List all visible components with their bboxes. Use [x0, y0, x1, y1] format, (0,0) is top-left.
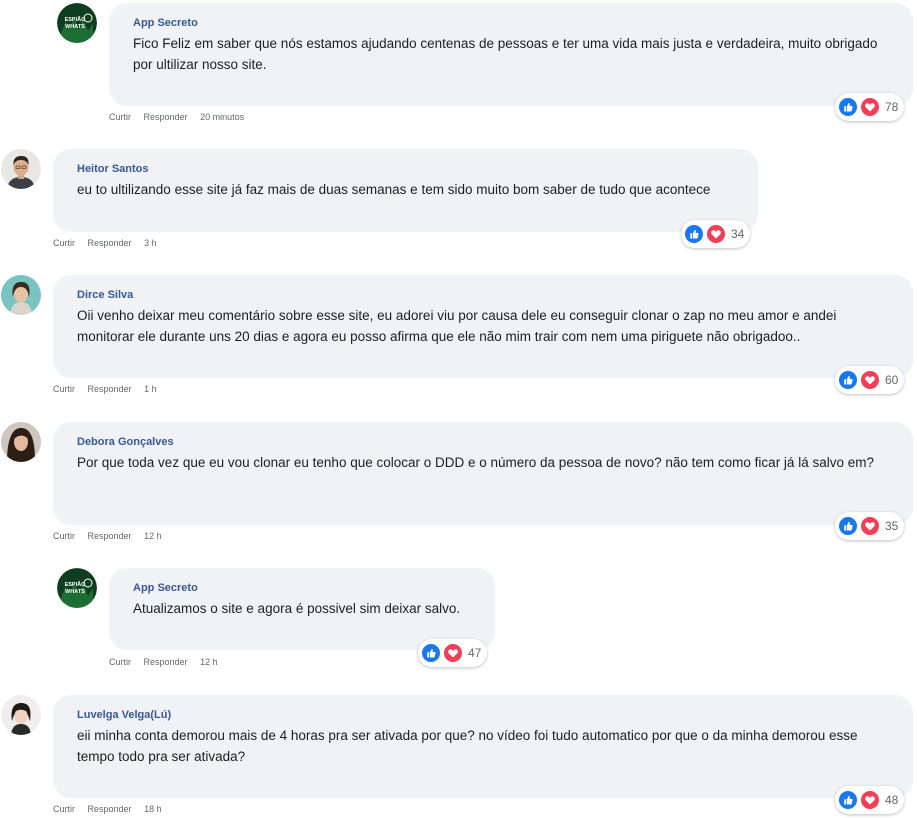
comment-author[interactable]: Dirce Silva [77, 288, 889, 302]
love-reaction-icon [860, 516, 880, 536]
like-reaction-icon [838, 790, 858, 810]
comment-author[interactable]: Heitor Santos [77, 162, 734, 176]
comment-time: 12 h [144, 531, 162, 541]
comment-time: 1 h [144, 384, 157, 394]
reply-link[interactable]: Responder [88, 804, 132, 814]
comment-bubble: Debora Gonçalves Por que toda vez que eu… [53, 422, 913, 525]
svg-text:ESPIÃO: ESPIÃO [65, 581, 87, 588]
comment-author[interactable]: App Secreto [133, 16, 889, 30]
comment-actions: Curtir Responder 12 h [53, 531, 172, 541]
reaction-summary[interactable]: 34 [681, 220, 751, 248]
like-reaction-icon [684, 224, 704, 244]
comment-time: 18 h [144, 804, 162, 814]
reply-link[interactable]: Responder [88, 531, 132, 541]
love-reaction-icon [860, 790, 880, 810]
comment-text: eu to ultilizando esse site já faz mais … [77, 182, 711, 197]
like-reaction-icon [838, 97, 858, 117]
like-reaction-icon [838, 370, 858, 390]
reply-link[interactable]: Responder [88, 238, 132, 248]
svg-text:WHATS: WHATS [65, 24, 85, 30]
comment-bubble: App Secreto Atualizamos o site e agora é… [109, 568, 495, 650]
love-reaction-icon [706, 224, 726, 244]
reaction-count: 48 [885, 793, 899, 807]
avatar-app-secreto[interactable]: ESPIÃO WHATS [57, 3, 97, 43]
like-link[interactable]: Curtir [53, 384, 75, 394]
love-reaction-icon [443, 643, 463, 663]
avatar-dirce-silva[interactable] [1, 275, 41, 315]
comment-text: Atualizamos o site e agora é possivel si… [133, 601, 461, 616]
comment-actions: Curtir Responder 1 h [53, 384, 167, 394]
comment-bubble: Luvelga Velga(Lú) eii minha conta demoro… [53, 695, 913, 798]
woman-avatar-icon [1, 422, 41, 462]
comment-text: Por que toda vez que eu vou clonar eu te… [77, 455, 874, 470]
comment-actions: Curtir Responder 3 h [53, 238, 167, 248]
comment-text: Oii venho deixar meu comentário sobre es… [77, 308, 837, 344]
comment-actions: Curtir Responder 20 minutos [109, 112, 254, 122]
reaction-count: 47 [468, 646, 482, 660]
espiao-whats-logo: ESPIÃO WHATS [57, 568, 97, 608]
girl-avatar-icon [1, 695, 41, 735]
like-reaction-icon [838, 516, 858, 536]
love-reaction-icon [860, 97, 880, 117]
comment-time: 20 minutos [200, 112, 245, 122]
reaction-summary[interactable]: 47 [418, 639, 488, 667]
reply-link[interactable]: Responder [144, 112, 188, 122]
like-link[interactable]: Curtir [109, 657, 131, 667]
reaction-count: 60 [885, 373, 899, 387]
comment-text: Fico Feliz em saber que nós estamos ajud… [133, 36, 878, 72]
comment-time: 12 h [200, 657, 218, 667]
reaction-summary[interactable]: 48 [835, 786, 905, 814]
comment-actions: Curtir Responder 12 h [109, 657, 228, 667]
comment-text: eii minha conta demorou mais de 4 horas … [77, 728, 858, 764]
reaction-count: 78 [885, 100, 899, 114]
avatar-heitor-santos[interactable] [1, 149, 41, 189]
reaction-count: 34 [731, 227, 745, 241]
svg-text:WHATS: WHATS [65, 589, 85, 595]
reaction-summary[interactable]: 35 [835, 512, 905, 540]
like-link[interactable]: Curtir [53, 238, 75, 248]
like-link[interactable]: Curtir [53, 531, 75, 541]
comment-author[interactable]: Debora Gonçalves [77, 435, 889, 449]
reaction-summary[interactable]: 60 [835, 366, 905, 394]
comment-bubble: Dirce Silva Oii venho deixar meu comentá… [53, 275, 913, 378]
espiao-whats-logo: ESPIÃO WHATS [57, 3, 97, 43]
reaction-summary[interactable]: 78 [835, 93, 905, 121]
like-reaction-icon [421, 643, 441, 663]
man-avatar-icon [1, 149, 41, 189]
woman-avatar-icon [1, 275, 41, 315]
comment-author[interactable]: Luvelga Velga(Lú) [77, 708, 889, 722]
love-reaction-icon [860, 370, 880, 390]
like-link[interactable]: Curtir [53, 804, 75, 814]
comment-bubble: Heitor Santos eu to ultilizando esse sit… [53, 149, 758, 232]
comment-time: 3 h [144, 238, 157, 248]
reaction-count: 35 [885, 519, 899, 533]
like-link[interactable]: Curtir [109, 112, 131, 122]
avatar-luvelga-velga[interactable] [1, 695, 41, 735]
avatar-debora-goncalves[interactable] [1, 422, 41, 462]
svg-text:ESPIÃO: ESPIÃO [65, 16, 87, 23]
avatar-app-secreto[interactable]: ESPIÃO WHATS [57, 568, 97, 608]
reply-link[interactable]: Responder [144, 657, 188, 667]
comment-actions: Curtir Responder 18 h [53, 804, 172, 814]
reply-link[interactable]: Responder [88, 384, 132, 394]
comment-author[interactable]: App Secreto [133, 581, 471, 595]
comment-bubble: App Secreto Fico Feliz em saber que nós … [109, 3, 913, 106]
